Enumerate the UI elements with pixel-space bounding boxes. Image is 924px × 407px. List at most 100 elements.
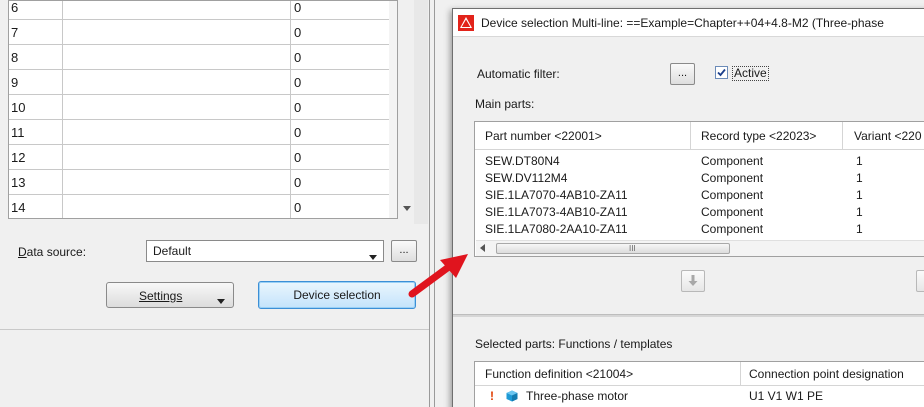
- table-row[interactable]: 14 0: [9, 195, 389, 218]
- table-row[interactable]: 10 0: [9, 95, 389, 120]
- row-cell[interactable]: [63, 195, 291, 218]
- divider: [0, 329, 430, 330]
- part-number-cell: SIE.1LA7073-4AB10-ZA11: [485, 205, 628, 219]
- row-number: 14: [9, 195, 63, 218]
- dialog-splitter[interactable]: [453, 314, 924, 317]
- row-cell[interactable]: [63, 1, 291, 20]
- record-type-cell: Component: [701, 188, 764, 202]
- table-row[interactable]: 13 0: [9, 170, 389, 195]
- table-row[interactable]: SIE.1LA7080-2AA10-ZA11 Component 1: [475, 221, 924, 237]
- row-value: 0: [294, 25, 302, 40]
- settings-label: Settings: [139, 289, 183, 303]
- part-number-cell: SIE.1LA7080-2AA10-ZA11: [485, 222, 628, 236]
- main-parts-label: Main parts:: [475, 97, 535, 111]
- variant-cell: 1: [856, 222, 863, 236]
- row-cell[interactable]: [63, 120, 291, 145]
- table-scrollbar[interactable]: [389, 1, 397, 218]
- part-number-cell: SIE.1LA7070-4AB10-ZA11: [485, 188, 628, 202]
- move-up-button[interactable]: [916, 270, 924, 292]
- row-value: 0: [294, 150, 302, 165]
- row-cell[interactable]: [63, 45, 291, 70]
- dialog-title: Device selection Multi-line: ==Example=C…: [481, 16, 884, 30]
- row-value: 0: [294, 125, 302, 140]
- row-cell[interactable]: [63, 145, 291, 170]
- device-selection-button[interactable]: Device selection: [258, 281, 416, 309]
- row-value: 0: [294, 200, 302, 215]
- chevron-down-icon: [217, 293, 225, 307]
- data-source-value: Default: [153, 244, 192, 258]
- dialog-titlebar[interactable]: Device selection Multi-line: ==Example=C…: [453, 9, 924, 37]
- row-value: 0: [294, 175, 302, 190]
- row-number: 10: [9, 95, 63, 120]
- record-type-cell: Component: [701, 205, 764, 219]
- main-parts-table: Part number <22001> Record type <22023> …: [474, 121, 924, 257]
- record-type-cell: Component: [701, 154, 764, 168]
- column-header-connection-point[interactable]: Connection point designation: [749, 367, 904, 381]
- column-divider[interactable]: [740, 362, 741, 386]
- table-row[interactable]: 11 0: [9, 120, 389, 145]
- active-checkbox[interactable]: [715, 66, 728, 79]
- table-row[interactable]: 9 0: [9, 70, 389, 95]
- row-number: 9: [9, 70, 63, 95]
- warning-app-icon: [458, 15, 474, 31]
- selected-parts-header: Function definition <21004> Connection p…: [475, 362, 924, 386]
- scroll-left-arrow-icon[interactable]: [480, 244, 485, 252]
- function-definition-cell: Three-phase motor: [526, 389, 629, 403]
- active-checkbox-label[interactable]: Active: [732, 66, 769, 81]
- table-row[interactable]: ! Three-phase motor U1 V1 W1 PE: [475, 387, 924, 405]
- selected-parts-table: Function definition <21004> Connection p…: [474, 361, 924, 407]
- panel-scrollbar[interactable]: [414, 0, 428, 224]
- variant-cell: 1: [856, 171, 863, 185]
- row-number: 11: [9, 120, 63, 145]
- panel-splitter[interactable]: [429, 0, 430, 407]
- table-row[interactable]: 7 0: [9, 20, 389, 45]
- row-cell[interactable]: [63, 95, 291, 120]
- table-row[interactable]: SEW.DV112M4 Component 1: [475, 170, 924, 186]
- column-header-record-type[interactable]: Record type <22023>: [701, 129, 816, 143]
- connection-point-cell: U1 V1 W1 PE: [749, 389, 824, 403]
- row-cell[interactable]: [63, 170, 291, 195]
- chevron-down-icon: [369, 249, 377, 263]
- move-down-button[interactable]: [681, 270, 705, 292]
- scroll-down-arrow-icon[interactable]: [403, 206, 411, 212]
- row-number: 7: [9, 20, 63, 45]
- row-cell[interactable]: [63, 20, 291, 45]
- table-row[interactable]: 6 0: [9, 0, 389, 20]
- data-source-label-text: ata source:: [26, 245, 87, 259]
- table-row[interactable]: SEW.DT80N4 Component 1: [475, 153, 924, 169]
- row-value: 0: [294, 100, 302, 115]
- row-value: 0: [294, 50, 302, 65]
- scrollbar-grip: III: [629, 244, 636, 253]
- panel-splitter[interactable]: [434, 0, 435, 407]
- row-value: 0: [294, 0, 302, 15]
- column-header-variant[interactable]: Variant <220: [854, 129, 922, 143]
- row-cell[interactable]: [63, 70, 291, 95]
- table-row[interactable]: SIE.1LA7073-4AB10-ZA11 Component 1: [475, 204, 924, 220]
- main-parts-header: Part number <22001> Record type <22023> …: [475, 122, 924, 150]
- settings-button[interactable]: Settings: [106, 282, 234, 308]
- warning-indicator: !: [490, 389, 494, 403]
- variant-cell: 1: [856, 154, 863, 168]
- row-number: 8: [9, 45, 63, 70]
- selected-parts-label: Selected parts: Functions / templates: [475, 337, 673, 351]
- function-cube-icon: [506, 390, 518, 402]
- scrollbar-thumb[interactable]: III: [496, 243, 730, 254]
- column-divider[interactable]: [690, 122, 691, 150]
- table-row[interactable]: 12 0: [9, 145, 389, 170]
- record-type-cell: Component: [701, 222, 764, 236]
- column-header-part-number[interactable]: Part number <22001>: [485, 129, 602, 143]
- column-divider[interactable]: [842, 122, 843, 150]
- data-source-label: Data source:: [18, 245, 87, 259]
- left-panel: 6 0 7 0 8 0 9 0 10 0 11 0 12 0 13 0 14 0…: [0, 0, 430, 407]
- automatic-filter-button[interactable]: ...: [670, 63, 695, 85]
- record-type-cell: Component: [701, 171, 764, 185]
- row-number: 6: [9, 1, 63, 20]
- horizontal-scrollbar[interactable]: III: [476, 240, 924, 256]
- column-header-function-definition[interactable]: Function definition <21004>: [485, 367, 633, 381]
- table-row[interactable]: SIE.1LA7070-4AB10-ZA11 Component 1: [475, 187, 924, 203]
- automatic-filter-label: Automatic filter:: [477, 67, 560, 81]
- data-source-dropdown[interactable]: Default: [146, 240, 384, 262]
- table-row[interactable]: 8 0: [9, 45, 389, 70]
- red-arrow-icon: [408, 254, 468, 298]
- checkmark-icon: [717, 68, 726, 77]
